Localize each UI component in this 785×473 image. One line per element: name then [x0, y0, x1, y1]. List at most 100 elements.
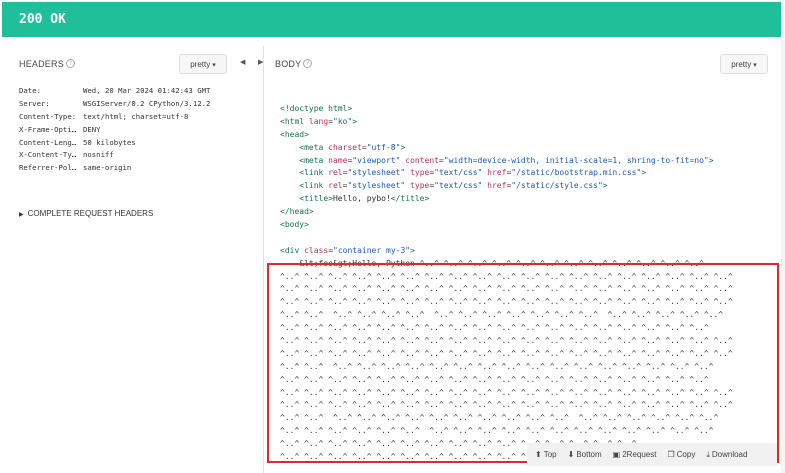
to-request-button[interactable]: ▣ 2Request	[613, 450, 657, 459]
code-token: <head>	[280, 129, 309, 139]
code-token: </title>	[390, 194, 430, 204]
status-text: 200 OK	[19, 12, 66, 27]
body-format-dropdown[interactable]: pretty ▾	[720, 54, 768, 74]
body-title-text: BODY	[275, 59, 302, 69]
header-row: X-Frame-Opti… DENY	[19, 125, 210, 138]
header-value: nosniff	[83, 150, 114, 160]
code-token: <title>	[299, 194, 333, 204]
code-token: >	[708, 155, 714, 165]
code-token: <link	[299, 181, 329, 191]
code-token: class	[304, 245, 329, 255]
code-line: <!doctype html>	[280, 103, 733, 116]
headers-format-label: pretty	[190, 60, 211, 69]
collapse-left-arrow-icon[interactable]: ◀	[240, 58, 245, 66]
info-icon[interactable]: ?	[303, 59, 313, 68]
complete-request-label: COMPLETE REQUEST HEADERS	[27, 209, 154, 218]
header-value: 50 kilobytes	[83, 137, 136, 147]
header-value: Wed, 20 Mar 2024 01:42:43 GMT	[83, 86, 211, 95]
code-token: </head>	[280, 207, 314, 217]
code-token: "text/css"	[434, 181, 483, 191]
request-icon: ▣	[612, 450, 621, 459]
to-request-label: 2Request	[622, 450, 657, 459]
panel-splitter[interactable]	[263, 46, 264, 473]
code-token: "viewport"	[352, 155, 401, 165]
header-value: text/html; charset=utf-8	[83, 111, 189, 121]
code-token: <div	[280, 245, 305, 255]
top-button[interactable]: ⬆ Top	[535, 450, 557, 459]
caret-down-icon: ▾	[753, 62, 757, 69]
expand-right-arrow-icon[interactable]: ▶	[258, 58, 263, 66]
copy-label: Copy	[676, 450, 696, 459]
header-key: Content-Leng…	[19, 137, 77, 147]
info-icon[interactable]: ?	[65, 59, 75, 68]
headers-title-text: HEADERS	[19, 59, 64, 69]
header-key: Date:	[19, 86, 41, 95]
top-label: Top	[543, 450, 557, 459]
code-token: type	[410, 168, 430, 178]
headers-format-dropdown[interactable]: pretty ▾	[179, 54, 227, 74]
download-button[interactable]: ⤓ Download	[706, 450, 747, 460]
headers-title: HEADERS?	[19, 59, 75, 69]
copy-icon: ❐	[667, 450, 675, 459]
body-format-label: pretty	[731, 60, 752, 69]
status-banner: 200 OK	[2, 2, 781, 37]
code-token: "width=device-width, initial-scale=1, sh…	[443, 155, 709, 165]
code-line: <link rel="stylesheet" type="text/css" h…	[280, 180, 733, 193]
code-token: href	[487, 168, 507, 178]
code-token: "stylesheet"	[347, 181, 406, 191]
code-token: >	[410, 245, 415, 255]
download-icon: ⤓	[706, 449, 710, 459]
code-token: content	[405, 155, 439, 165]
caret-down-icon: ▾	[212, 62, 216, 69]
header-key: X-Content-Ty…	[19, 150, 77, 160]
response-headers-table: Date: Wed, 20 Mar 2024 01:42:43 GMT Server…	[19, 86, 210, 176]
code-token: "stylesheet"	[347, 168, 406, 178]
code-line: <div class="container my-3">	[280, 245, 733, 258]
header-value: WSGIServer/0.2 CPython/3.12.2	[83, 98, 211, 108]
header-row: Referrer-Pol… same-origin	[19, 163, 210, 176]
code-token: "container my-3"	[333, 245, 411, 255]
code-line: <body>	[280, 219, 733, 232]
bottom-button[interactable]: ⬇ Bottom	[568, 450, 602, 459]
code-token: rel	[328, 168, 343, 178]
header-row: Content-Leng… 50 kilobytes	[19, 138, 210, 151]
code-token: <meta	[299, 155, 329, 165]
header-value: same-origin	[83, 163, 132, 173]
header-row: X-Content-Ty… nosniff	[19, 150, 210, 163]
code-token: Hello, pybo!	[332, 194, 391, 204]
code-line: <link rel="stylesheet" type="text/css" h…	[280, 167, 733, 180]
header-key: Content-Type:	[19, 111, 77, 121]
code-token: rel	[328, 181, 343, 191]
code-token: lang	[308, 116, 329, 126]
copy-button[interactable]: ❐ Copy	[667, 450, 695, 459]
code-line: <meta charset="utf-8">	[280, 142, 733, 155]
code-token: href	[487, 181, 507, 191]
body-title: BODY?	[275, 59, 313, 69]
header-key: X-Frame-Opti…	[19, 124, 77, 134]
complete-request-headers-toggle[interactable]: ▶ COMPLETE REQUEST HEADERS	[19, 209, 153, 218]
up-circle-icon: ⬆	[535, 450, 542, 459]
code-token: type	[410, 181, 430, 191]
bottom-label: Bottom	[576, 450, 602, 459]
header-row: Date: Wed, 20 Mar 2024 01:42:43 GMT	[19, 86, 210, 99]
code-token: <body>	[280, 220, 309, 230]
header-value: DENY	[83, 124, 101, 134]
code-token: "text/css"	[434, 168, 483, 178]
code-token: "utf-8"	[366, 142, 401, 152]
code-line: <html lang="ko">	[280, 116, 733, 129]
code-line: <head>	[280, 129, 733, 142]
code-token: <html	[280, 116, 309, 126]
header-row: Content-Type: text/html; charset=utf-8	[19, 112, 210, 125]
triangle-right-icon: ▶	[19, 212, 24, 218]
header-key: Referrer-Pol…	[19, 163, 77, 173]
vertical-scrollbar[interactable]	[781, 40, 785, 473]
code-line: <meta name="viewport" content="width=dev…	[280, 155, 733, 168]
code-line: <title>Hello, pybo!</title>	[280, 193, 733, 206]
code-token: <link	[299, 168, 329, 178]
code-token: "/static/bootstrap.min.css"	[511, 168, 642, 178]
